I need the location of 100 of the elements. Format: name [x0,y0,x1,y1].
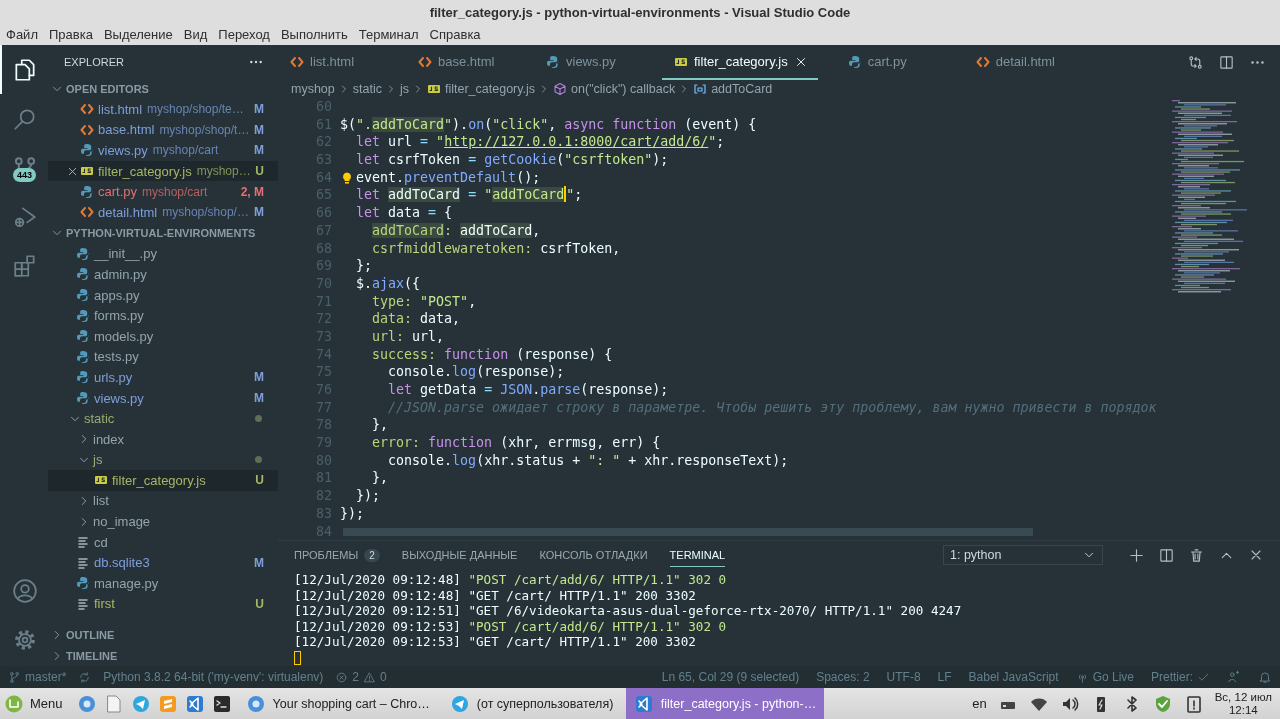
tree-item[interactable]: manage.py [48,573,278,594]
brackets-icon [693,82,708,96]
section-header[interactable]: TIMELINE [48,645,278,666]
browser-icon[interactable] [76,693,97,714]
clock[interactable]: Вс, 12 июл 12:14 [1214,690,1272,717]
status-item[interactable]: Spaces: 2 [816,670,870,684]
menu-item[interactable]: Выделение [99,27,177,42]
editor-app-icon[interactable] [157,693,178,714]
section-header[interactable]: OUTLINE [48,624,278,645]
error-count[interactable]: 2 [352,670,360,684]
breadcrumb-item[interactable]: addToCard [711,82,773,96]
compare-icon[interactable] [1187,54,1204,71]
paper-plane-icon[interactable] [130,693,151,714]
tree-item[interactable]: urls.py M [48,367,278,388]
tree-item[interactable]: forms.py [48,305,278,326]
tree-item[interactable]: first U [48,593,278,615]
section-header[interactable]: PYTHON-VIRTUAL-ENVIRONMENTS [48,222,278,244]
status-item[interactable]: Prettier: [1151,670,1193,684]
status-item[interactable]: Ln 65, Col 29 (9 selected) [661,670,800,684]
code-brackets-icon [290,54,304,69]
account-icon[interactable] [12,577,38,604]
activity-button[interactable]: 443 [0,143,48,192]
status-item[interactable]: UTF-8 [886,670,921,684]
menu-item[interactable]: Правка [44,27,97,42]
keyboard-layout[interactable]: en [972,696,987,711]
file-row[interactable]: list.html myshop/shop/te… M [48,99,278,120]
editor-tab[interactable]: base.html [406,45,531,80]
taskbar-window[interactable]: Your shopping cart – Chro… [237,688,438,719]
menu-item[interactable]: Файл [2,27,42,42]
breadcrumb-item[interactable]: filter_category.js [445,82,536,96]
file-row[interactable]: detail.html myshop/shop/… M [48,201,278,223]
status-item[interactable]: Python 3.8.2 64-bit ('my-venv': virtualenv) [103,670,324,684]
editor-tab[interactable]: list.html [278,45,403,80]
tree-item[interactable]: apps.py [48,284,278,306]
tree-item[interactable]: models.py [48,325,278,347]
terminal-select[interactable]: 1: python [943,545,1103,565]
tree-item[interactable]: db.sqlite3 M [48,552,278,574]
file-row[interactable]: base.html myshop/shop/t… M [48,119,278,141]
tree-item[interactable]: no_image [48,511,278,532]
menu-item[interactable]: Справка [425,27,485,42]
code-line: data: data, [371,310,461,328]
python-icon [76,576,90,591]
python-icon [76,349,90,364]
breadcrumb-item[interactable]: static [352,82,382,96]
menu-button[interactable]: Menu [0,688,71,719]
trash-icon[interactable] [1188,546,1205,564]
file-row[interactable]: views.py myshop/cart M [48,140,278,161]
tree-item[interactable]: list [48,490,278,512]
feedback-icon[interactable] [1227,670,1241,684]
taskbar-window[interactable]: filter_category.js - python-… [625,688,825,719]
section-header[interactable]: OPEN EDITORS [48,78,278,99]
sync-icon[interactable] [78,670,92,684]
tree-item[interactable]: views.py M [48,387,278,409]
menu-item[interactable]: Терминал [354,27,423,42]
terminal-line: [12/Jul/2020 09:12:51] "GET /6/videokarta-asus-dual-geforce-rtx-2070/ HTTP/1.1" 200 4247 [294,603,963,619]
folder-name: no_image [93,514,151,530]
tree-item[interactable]: admin.py [48,264,278,285]
tree-item[interactable]: static [48,408,278,429]
status-item[interactable]: Go Live [1092,670,1134,684]
tree-item[interactable]: js [48,449,278,471]
status-item[interactable]: LF [937,670,952,684]
taskbar-window[interactable]: (от суперпользователя) [441,688,622,719]
git-status: M [254,143,264,158]
add-icon[interactable] [1128,546,1145,564]
editor-tab[interactable]: cart.py [835,45,961,80]
file-row[interactable]: filter_category.js myshop… U [48,160,278,182]
editor-tab[interactable]: views.py [534,45,659,80]
branch-name[interactable]: master* [25,670,67,684]
terminal-icon[interactable] [211,693,232,714]
editor-tab[interactable]: filter_category.js [662,45,818,80]
split-editor-icon[interactable] [1218,54,1235,71]
folder-name: index [93,431,125,447]
tree-item[interactable]: tests.py [48,346,278,368]
menu-item[interactable]: Вид [179,27,212,42]
file-path: myshop/cart [152,143,219,158]
breadcrumb-item[interactable]: js [399,82,409,96]
tree-item[interactable]: filter_category.js U [48,470,278,491]
tree-item[interactable]: cd [48,531,278,553]
menu-item[interactable]: Переход [214,27,274,42]
branch-icon[interactable] [8,670,21,684]
code-line: console.log(xhr.status + ": " + xhr.responseText); [387,451,789,470]
menu-item[interactable]: Выполнить [276,27,352,42]
code-editor-icon[interactable] [184,693,205,714]
tree-item[interactable]: index [48,428,278,450]
breadcrumb-item[interactable]: on("click") callback [571,82,676,96]
panel-tab[interactable]: КОНСОЛЬ ОТЛАДКИ [539,543,648,567]
warning-count[interactable]: 0 [380,670,387,684]
code-line: }, [371,416,389,435]
python-icon [76,308,90,323]
panel-tab[interactable]: TERMINAL [669,543,726,567]
file-row[interactable]: cart.py myshop/cart 2, M [48,181,278,202]
bell-icon[interactable] [1258,670,1272,684]
breadcrumb-item[interactable]: myshop [291,82,335,96]
split-icon[interactable] [1158,546,1175,564]
editor-tab[interactable]: detail.html [963,45,1089,80]
scrollbar-thumb[interactable] [343,528,1033,536]
status-item[interactable]: Babel JavaScript [968,670,1059,684]
panel-tab[interactable]: ВЫХОДНЫЕ ДАННЫЕ [401,543,518,567]
panel-tab[interactable]: ПРОБЛЕМЫ 2 [294,542,380,568]
tree-item[interactable]: __init__.py [48,243,278,265]
